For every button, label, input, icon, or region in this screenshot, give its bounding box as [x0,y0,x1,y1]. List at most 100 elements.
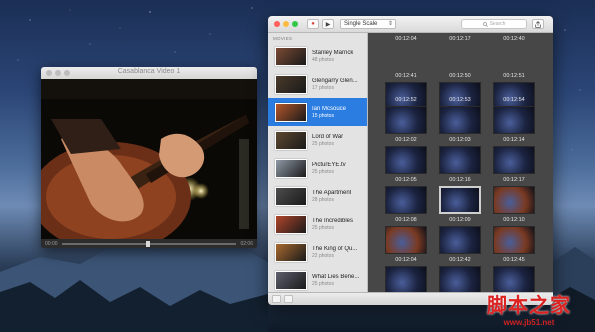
watermark-title: 脚本之家 [487,293,571,317]
frame-timestamp: 00:12:10 [503,217,525,223]
frame-timestamp: 00:12:17 [449,36,471,42]
frame-timestamp: 00:12:17 [503,177,525,183]
movie-photo-count: 25 photos [312,168,334,175]
frame-timestamp: 00:12:42 [449,257,471,263]
movie-list-item[interactable]: Ian Mcsouce 15 photos [268,98,367,126]
frame-cell[interactable]: 00:12:42 [436,257,484,294]
movie-thumbnail [275,46,307,66]
movie-name: What Lies Bene... [312,273,360,280]
movie-text: Ian Mcsouce 15 photos [312,106,346,119]
video-frame[interactable] [41,79,257,240]
frame-cell[interactable]: 00:12:02 [382,137,430,174]
scale-select[interactable]: Single Scale ⇕ [340,19,396,29]
frame-thumbnail [493,186,535,214]
remove-button[interactable] [284,295,293,303]
frame-cell[interactable]: 00:12:09 [436,217,484,254]
frame-timestamp: 00:12:05 [395,177,417,183]
player-titlebar: Casablanca Video 1 [41,67,257,79]
movie-photo-count: 28 photos [312,196,334,203]
frame-cell[interactable]: 00:12:08 [382,217,430,254]
frame-timestamp: 00:12:54 [503,97,525,103]
movie-thumbnail [275,270,307,290]
frame-cell[interactable]: 00:12:04 [382,257,430,294]
seek-bar[interactable] [61,240,237,247]
movie-photo-count: 17 photos [312,84,334,91]
frame-cell[interactable]: 00:12:40 [490,36,538,73]
close-button[interactable] [274,21,280,27]
minimize-button[interactable] [283,21,289,27]
frame-timestamp: 00:12:08 [395,217,417,223]
frame-cell[interactable]: 00:12:04 [382,36,430,73]
movie-thumbnail [275,102,307,122]
movie-thumbnail [275,158,307,178]
frame-cell[interactable]: 00:12:10 [490,217,538,254]
zoom-button[interactable] [292,21,298,27]
movie-list-item[interactable]: Stanley Marrick 48 photos [268,42,367,70]
movie-photo-count: 25 photos [312,224,334,231]
movie-name: The Incredibles [312,217,354,224]
frame-thumbnail [439,146,481,174]
player-title: Casablanca Video 1 [117,68,181,75]
search-icon [482,21,488,27]
movie-thumbnail [275,74,307,94]
frame-cell[interactable]: 00:12:14 [490,137,538,174]
frame-grid: 00:12:04 00:12:17 00:12:40 00:12:41 00:12:50… [368,33,553,294]
frame-cell[interactable]: 00:12:17 [436,36,484,73]
seek-knob[interactable] [145,240,150,247]
sidebar-header: MOVIES [273,36,293,41]
frame-timestamp: 00:12:53 [449,97,471,103]
movie-list-item[interactable]: The Apartment 28 photos [268,182,367,210]
movie-name: Ian Mcsouce [312,105,347,112]
movie-name: The King of Qu... [312,245,358,252]
movie-list-item[interactable]: PicturEYE.tv 25 photos [268,154,367,182]
frame-timestamp: 00:12:03 [449,137,471,143]
frame-thumbnail [493,106,535,134]
frame-thumbnail [439,226,481,254]
movie-text: The Apartment 28 photos [312,190,351,203]
current-time: 00:00 [45,240,58,247]
main-window: ● ▶ Single Scale ⇕ Search MOVIES Stanley… [268,16,553,305]
movie-text: PicturEYE.tv 25 photos [312,162,346,175]
frame-cell[interactable]: 00:12:05 [382,177,430,214]
frame-timestamp: 00:12:16 [449,177,471,183]
frame-thumbnail [493,226,535,254]
record-button[interactable]: ● [307,19,319,29]
frame-cell[interactable]: 00:12:53 [436,97,484,134]
frame-timestamp: 00:12:14 [503,137,525,143]
frame-cell[interactable]: 00:12:54 [490,97,538,134]
toolbar: ● ▶ Single Scale ⇕ Search [268,16,553,33]
movie-text: The Incredibles 25 photos [312,218,353,231]
frame-thumbnail [385,226,427,254]
movie-list-item[interactable]: Glengarry Glen... 17 photos [268,70,367,98]
frame-timestamp: 00:12:52 [395,97,417,103]
add-button[interactable] [272,295,281,303]
video-player-window: Casablanca Video 1 00:00 02:06 [41,67,257,248]
frame-cell[interactable]: 00:12:52 [382,97,430,134]
movie-photo-count: 22 photos [312,252,334,259]
frame-thumbnail [439,266,481,294]
frame-thumbnail [385,186,427,214]
frame-timestamp: 00:12:02 [395,137,417,143]
movie-text: The King of Qu... 22 photos [312,246,357,259]
frame-cell[interactable]: 00:12:17 [490,177,538,214]
total-time: 02:06 [240,240,253,247]
frame-timestamp: 00:12:09 [449,217,471,223]
frame-timestamp: 00:12:04 [395,36,417,42]
share-button[interactable] [532,19,544,29]
chevron-updown-icon: ⇕ [387,21,393,27]
movie-list-item[interactable]: The Incredibles 25 photos [268,210,367,238]
frame-timestamp: 00:12:04 [395,257,417,263]
play-button[interactable]: ▶ [322,19,334,29]
play-icon: ▶ [325,21,331,28]
movie-list-item[interactable]: What Lies Bene... 25 photos [268,266,367,292]
frame-thumbnail [439,186,481,214]
frame-cell[interactable]: 00:12:16 [436,177,484,214]
movie-name: Lord of War [312,133,344,140]
frame-timestamp: 00:12:45 [503,257,525,263]
frame-cell[interactable]: 00:12:03 [436,137,484,174]
movie-list-item[interactable]: The King of Qu... 22 photos [268,238,367,266]
movie-list-item[interactable]: Lord of War 25 photos [268,126,367,154]
movie-name: Stanley Marrick [312,49,354,56]
movie-thumbnail [275,186,307,206]
search-input[interactable]: Search [461,19,527,29]
